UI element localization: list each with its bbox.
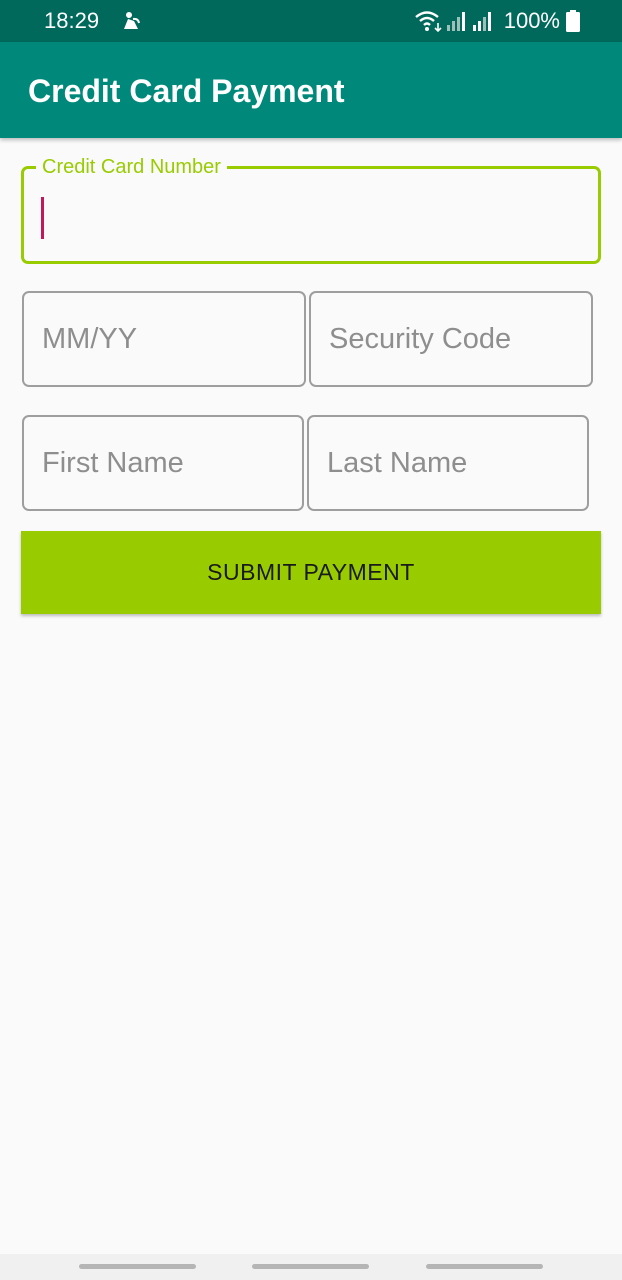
security-code-field[interactable] <box>309 291 593 387</box>
security-code-input[interactable] <box>329 293 579 385</box>
signal-icon <box>446 9 468 33</box>
notification-icon <box>120 10 144 32</box>
last-name-input[interactable] <box>327 417 575 509</box>
status-time: 18:29 <box>44 8 100 33</box>
first-name-field[interactable] <box>22 415 304 511</box>
home-button[interactable] <box>252 1264 369 1269</box>
recent-apps-button[interactable] <box>79 1264 196 1269</box>
battery-percent: 100% <box>503 8 560 33</box>
status-icons: 100% <box>414 8 580 34</box>
back-button[interactable] <box>426 1264 543 1269</box>
card-number-field[interactable]: Credit Card Number <box>21 155 601 264</box>
wifi-icon <box>414 9 444 33</box>
app-bar: Credit Card Payment <box>0 42 622 138</box>
battery-icon <box>566 10 580 32</box>
page-title: Credit Card Payment <box>28 73 345 109</box>
signal-icon <box>472 9 494 33</box>
status-bar: 18:29 100% <box>0 0 622 42</box>
navigation-bar <box>0 1254 622 1280</box>
submit-payment-button[interactable]: SUBMIT PAYMENT <box>21 531 601 614</box>
expiry-input[interactable] <box>42 293 292 385</box>
first-name-input[interactable] <box>42 417 290 509</box>
expiry-field[interactable] <box>22 291 306 387</box>
last-name-field[interactable] <box>307 415 589 511</box>
card-number-input[interactable] <box>42 169 586 261</box>
